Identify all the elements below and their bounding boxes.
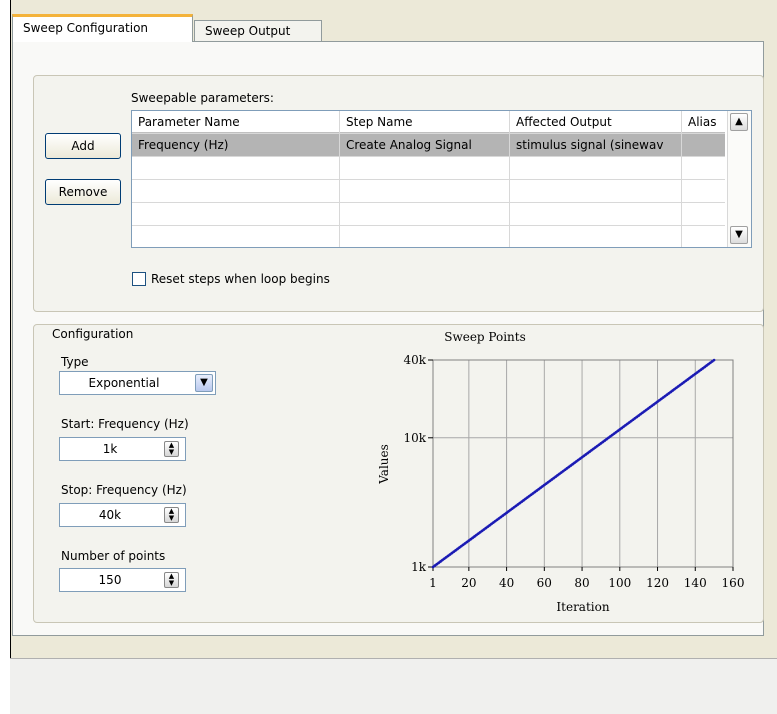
x-tick-label: 140 xyxy=(684,576,707,590)
x-tick-label: 160 xyxy=(722,576,745,590)
cell-alias[interactable] xyxy=(682,134,725,156)
tab-sweep-output[interactable]: Sweep Output xyxy=(194,20,322,42)
x-tick-label: 40 xyxy=(499,576,514,590)
x-tick-label: 120 xyxy=(646,576,669,590)
column-header-step-name[interactable]: Step Name xyxy=(340,111,509,133)
reset-steps-label: Reset steps when loop begins xyxy=(151,272,330,286)
type-value: Exponential xyxy=(88,376,160,390)
add-button[interactable]: Add xyxy=(45,133,121,159)
cell-affected-output[interactable]: stimulus signal (sinewav xyxy=(510,134,681,156)
y-tick-label: 1k xyxy=(411,560,427,574)
start-frequency-label: Start: Frequency (Hz) xyxy=(61,417,189,431)
x-axis-label: Iteration xyxy=(556,600,609,614)
scroll-up-button[interactable]: ▲ xyxy=(730,113,748,131)
cell-step-name[interactable]: Create Analog Signal xyxy=(340,134,509,156)
stop-frequency-value: 40k xyxy=(98,508,122,522)
number-of-points-value: 150 xyxy=(98,573,122,587)
stop-frequency-label: Stop: Frequency (Hz) xyxy=(61,483,187,497)
number-of-points-input[interactable]: 150 ▲ ▼ xyxy=(59,568,186,592)
chart-grid xyxy=(433,360,733,567)
column-header-parameter-name[interactable]: Parameter Name xyxy=(132,111,339,133)
x-axis-ticks: 1 20 40 60 80 100 120 140 160 xyxy=(429,567,744,590)
column-header-alias[interactable]: Alias xyxy=(682,111,725,133)
stop-frequency-stepper[interactable]: ▲ ▼ xyxy=(164,507,179,523)
dialog-bottom-bar xyxy=(10,658,777,714)
chevron-down-icon: ▼ xyxy=(200,377,208,388)
x-tick-label: 20 xyxy=(461,576,476,590)
chevron-up-icon: ▲ xyxy=(735,116,743,127)
column-header-affected-output[interactable]: Affected Output xyxy=(510,111,681,133)
start-frequency-input[interactable]: 1k ▲ ▼ xyxy=(59,437,186,461)
dropdown-arrow-button[interactable]: ▼ xyxy=(195,374,213,392)
row-divider xyxy=(132,202,725,203)
number-of-points-stepper[interactable]: ▲ ▼ xyxy=(164,572,179,588)
reset-steps-checkbox[interactable] xyxy=(132,272,146,286)
row-divider xyxy=(132,179,725,180)
x-tick-label: 1 xyxy=(429,576,437,590)
parameters-table[interactable]: Parameter Name Step Name Affected Output… xyxy=(131,110,752,248)
row-divider xyxy=(132,225,725,226)
x-tick-label: 100 xyxy=(608,576,631,590)
spin-down-icon: ▼ xyxy=(168,579,175,587)
sweepable-parameters-label: Sweepable parameters: xyxy=(131,91,274,105)
tab-sweep-configuration[interactable]: Sweep Configuration xyxy=(12,14,193,42)
type-select[interactable]: Exponential ▼ xyxy=(59,371,216,395)
table-scrollbar[interactable]: ▲ ▼ xyxy=(727,111,751,247)
y-tick-label: 10k xyxy=(403,431,426,445)
number-of-points-label: Number of points xyxy=(61,549,166,563)
row-divider xyxy=(132,156,725,157)
chevron-down-icon: ▼ xyxy=(735,229,743,240)
spin-down-icon: ▼ xyxy=(168,448,175,456)
type-label: Type xyxy=(61,355,89,369)
chart-title: Sweep Points xyxy=(444,330,526,344)
plot-area xyxy=(432,359,734,568)
configuration-legend: Configuration xyxy=(48,327,138,341)
start-frequency-stepper[interactable]: ▲ ▼ xyxy=(164,441,179,457)
chart-series xyxy=(431,358,716,569)
sweep-points-chart: Sweep Points 1 20 40 60 80 100 120 140 160 1k10k… xyxy=(377,330,744,614)
scroll-down-button[interactable]: ▼ xyxy=(730,226,748,244)
y-axis-ticks: 1k 10k 40k xyxy=(403,353,433,574)
cell-parameter-name[interactable]: Frequency (Hz) xyxy=(132,134,339,156)
remove-button[interactable]: Remove xyxy=(45,179,121,205)
x-tick-label: 60 xyxy=(537,576,552,590)
spin-down-icon: ▼ xyxy=(168,514,175,522)
y-axis-label: Values xyxy=(377,444,391,485)
sweep-point xyxy=(712,358,716,362)
x-tick-label: 80 xyxy=(574,576,589,590)
stop-frequency-input[interactable]: 40k ▲ ▼ xyxy=(59,503,186,527)
y-tick-label: 40k xyxy=(403,353,426,367)
start-frequency-value: 1k xyxy=(102,442,118,456)
